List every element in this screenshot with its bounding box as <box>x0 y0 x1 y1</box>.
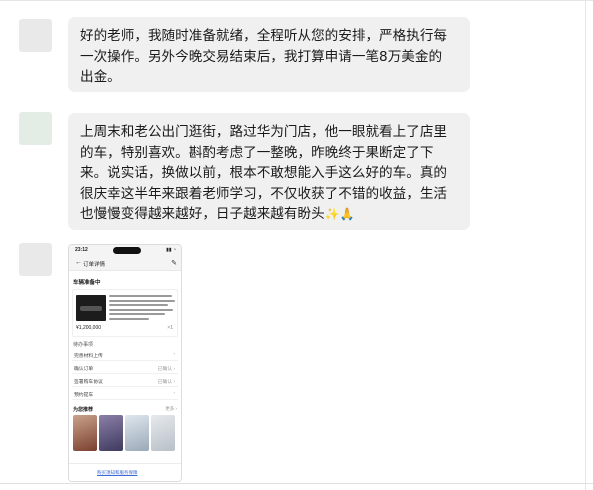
right-divider <box>585 0 586 490</box>
sender-avatar[interactable] <box>19 19 52 52</box>
recommend-title: 为您推荐 <box>73 407 94 413</box>
message-line-last: 也慢慢变得越来越好，日子越来越有盼头✨🙏 <box>80 204 458 225</box>
todo-row: 签署购车协议 已确认 › <box>72 375 178 387</box>
message-line: 一次操作。另外今晚交易结束后，我打算申请一笔8万美金的 <box>80 48 443 65</box>
recommend-item <box>151 415 175 451</box>
car-description <box>109 295 175 322</box>
order-status-title: 车辆准备中 <box>73 280 101 286</box>
message-line-text: 也慢慢变得越来越好，日子越来越有盼头 <box>80 206 325 222</box>
todo-title: 待办事项 <box>73 342 94 348</box>
message-line: 出金。 <box>80 69 121 85</box>
phone-status-bar: 23:12 ▮▮ ◔ <box>69 245 181 257</box>
phone-nav-bar: ← 订单详情 ✎ <box>69 257 181 271</box>
phone-time: 23:12 <box>75 247 88 253</box>
todo-row: 预约提车 › <box>72 388 178 400</box>
message-bubble-2[interactable]: 上周末和老公出门逛街，路过华为门店，他一眼就看上了店里 的车，特别喜欢。斟酌考虑… <box>68 113 470 230</box>
message-line: 很庆幸这半年来跟着老师学习，不仅收获了不错的收益，生活 <box>80 185 448 202</box>
phone-nav-title: 订单详情 <box>83 262 106 268</box>
message-line: 上周末和老公出门逛街，路过华为门店，他一眼就看上了店里 <box>80 124 448 140</box>
order-price: ¥1,200,000 <box>76 325 102 331</box>
order-qty: ×1 <box>167 325 173 331</box>
message-line: 的车，特别喜欢。斟酌考虑了一整晚，昨晚终于果断定了下 <box>80 144 434 161</box>
message-line: 来。说实话，换做以前，根本不敢想能入手这么好的车。真的 <box>80 165 448 181</box>
message-line: 好的老师，我随时准备就绪，全程听从您的安排，严格执行每 <box>80 28 448 44</box>
sender-avatar[interactable] <box>19 112 52 145</box>
todo-row: 确认订单 已确认 › <box>72 362 178 374</box>
order-screenshot-image[interactable]: 23:12 ▮▮ ◔ ← 订单详情 ✎ 车辆准备中 ¥1,200,000 ×1 … <box>68 244 182 482</box>
message-bubble-1[interactable]: 好的老师，我随时准备就绪，全程听从您的安排，严格执行每 一次操作。另外今晚交易结… <box>68 17 470 92</box>
praying-hands-icon: 🙏 <box>339 207 355 221</box>
top-divider <box>0 0 593 1</box>
sender-avatar[interactable] <box>19 243 52 276</box>
recommend-more: 更多 › <box>165 406 177 411</box>
sparkles-icon: ✨ <box>324 207 340 221</box>
dynamic-island <box>113 247 141 254</box>
car-thumbnail <box>76 295 106 321</box>
recommend-item <box>99 415 123 451</box>
purchase-notice-link: 购买须知和服务保障 <box>97 470 138 475</box>
todo-row: 完善材料上传 › <box>72 349 178 361</box>
order-card: ¥1,200,000 ×1 <box>72 289 178 337</box>
signal-battery-icon: ▮▮ ◔ <box>166 247 176 253</box>
phone-footer: 购买须知和服务保障 <box>69 463 181 481</box>
edit-icon: ✎ <box>171 260 177 267</box>
recommend-item <box>125 415 149 451</box>
recommend-item <box>73 415 97 451</box>
bottom-divider <box>0 483 593 484</box>
back-arrow-icon: ← <box>75 259 82 266</box>
